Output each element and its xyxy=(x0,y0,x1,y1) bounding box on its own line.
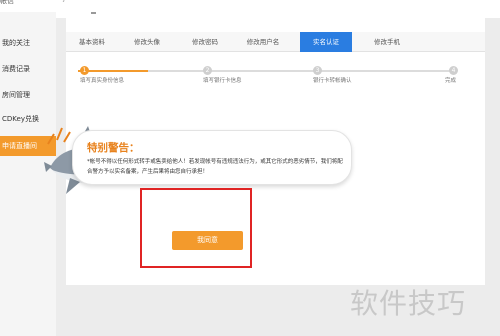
step-2-dot: 2 xyxy=(203,66,212,75)
step-4-label: 完成 xyxy=(445,78,457,84)
sidebar-item-rooms[interactable]: 房间管理 xyxy=(0,84,56,106)
progress-steps: 1 填写真实身份信息 2 填写银行卡信息 3 银行卡转帐确认 4 完成 xyxy=(66,62,485,86)
warning-text: *帐号不得以任何形式转手或售卖给他人！若发现帐号有违规违法行为，或其它形式的恶劣… xyxy=(87,159,343,175)
breadcrumb: 帐信 xyxy=(0,0,14,5)
step-3-dot: 3 xyxy=(313,66,322,75)
agree-button[interactable]: 我同意 xyxy=(172,231,243,250)
minus-icon xyxy=(91,12,96,14)
step-2-label: 填写银行卡信息 xyxy=(203,78,242,84)
tab-basic-info[interactable]: 基本资料 xyxy=(66,32,118,52)
tab-realname[interactable]: 实名认证 xyxy=(300,32,352,52)
tab-username[interactable]: 修改用户名 xyxy=(234,32,292,52)
step-1-dot: 1 xyxy=(80,66,89,75)
tab-password[interactable]: 修改密码 xyxy=(176,32,234,52)
step-1-label: 填写真实身份信息 xyxy=(80,78,125,84)
warning-title: 特别警告： xyxy=(87,142,140,154)
watermark: 软件技巧 xyxy=(350,287,467,320)
warning-box: 特别警告： *帐号不得以任何形式转手或售卖给他人！若发现帐号有违规违法行为，或其… xyxy=(72,130,352,185)
sidebar-item-spending[interactable]: 消费记录 xyxy=(0,58,56,80)
step-3-label: 银行卡转帐确认 xyxy=(313,78,352,84)
tab-phone[interactable]: 修改手机 xyxy=(356,32,418,52)
step-track-pending xyxy=(148,70,456,72)
sidebar-item-follows[interactable]: 我的关注 xyxy=(0,32,56,54)
step-4-dot: 4 xyxy=(449,66,458,75)
tab-bar: 基本资料 修改头像 修改密码 修改用户名 实名认证 修改手机 xyxy=(66,32,485,52)
highlight-frame xyxy=(140,188,252,268)
tab-avatar[interactable]: 修改头像 xyxy=(118,32,176,52)
